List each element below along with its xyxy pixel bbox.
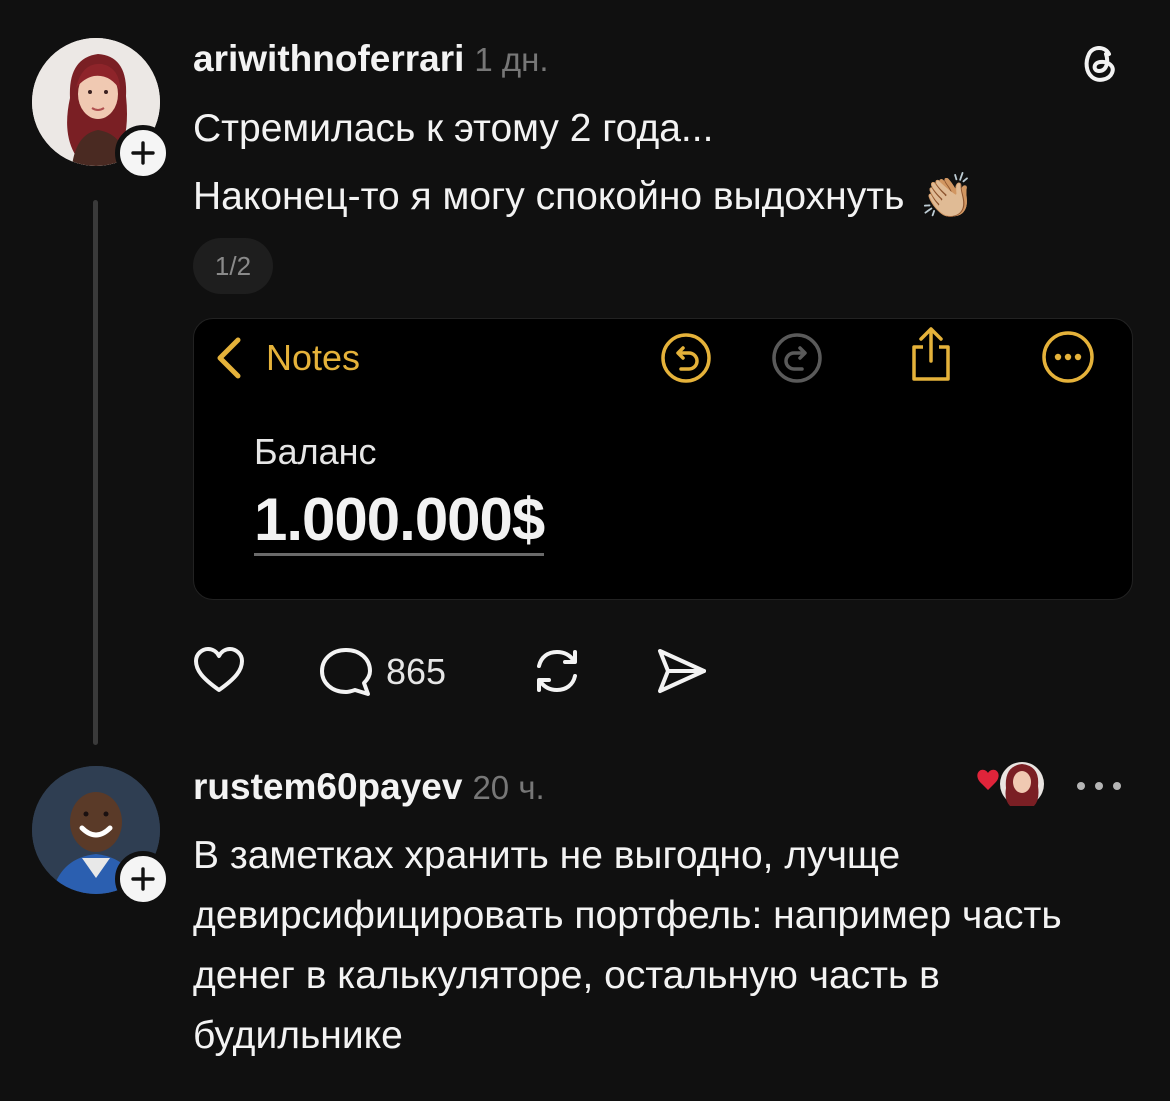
image-pager-indicator: 1/2 bbox=[193, 238, 273, 294]
notes-back-label: Notes bbox=[266, 337, 361, 378]
plus-icon bbox=[131, 867, 155, 891]
like-heart-icon[interactable] bbox=[192, 646, 246, 696]
comment-text: В заметках хранить не выгодно, лучще дев… bbox=[193, 834, 1062, 1057]
author-liked-avatar-icon bbox=[977, 762, 1044, 806]
repost-icon[interactable] bbox=[530, 644, 584, 698]
post-time: 1 дн. bbox=[474, 41, 549, 78]
comment-time: 20 ч. bbox=[472, 769, 545, 806]
comment-username[interactable]: rustem60payev bbox=[193, 766, 462, 808]
undo-icon bbox=[661, 333, 711, 383]
comment-header: rustem60payev 20 ч. bbox=[193, 766, 545, 814]
more-options-icon bbox=[1042, 331, 1094, 383]
post-line-2: Наконец-то я могу спокойно выдохнуть 👏🏼 bbox=[193, 166, 975, 228]
plus-icon bbox=[131, 141, 155, 165]
post-line-1: Стремилась к этому 2 года... bbox=[193, 107, 714, 150]
more-options-icon[interactable] bbox=[1074, 776, 1124, 796]
post-header: ariwithnoferrari 1 дн. bbox=[193, 38, 549, 86]
redo-icon bbox=[772, 333, 822, 383]
chevron-left-icon bbox=[217, 337, 241, 379]
follow-plus-button[interactable] bbox=[115, 851, 171, 907]
clapping-hands-emoji: 👏🏼 bbox=[920, 172, 976, 221]
notes-back-button: Notes bbox=[214, 333, 360, 383]
notes-balance-label: Баланс bbox=[254, 431, 377, 472]
post-line-2-text: Наконец-то я могу спокойно выдохнуть bbox=[193, 175, 905, 218]
comment-button[interactable]: 865 bbox=[318, 644, 446, 700]
share-send-icon[interactable] bbox=[654, 646, 708, 696]
post-image-notes-screenshot[interactable]: Notes Баланс 1.000.000$ bbox=[193, 318, 1133, 600]
comment-bubble-icon bbox=[320, 648, 372, 696]
share-icon bbox=[912, 327, 950, 381]
threads-icon[interactable] bbox=[1078, 40, 1122, 84]
notes-balance-value: 1.000.000$ bbox=[254, 487, 545, 556]
comment-count: 865 bbox=[386, 651, 447, 692]
thread-line bbox=[93, 200, 98, 745]
post-username[interactable]: ariwithnoferrari bbox=[193, 38, 464, 80]
follow-plus-button[interactable] bbox=[115, 125, 171, 181]
liked-by-author-indicator bbox=[976, 760, 1048, 810]
